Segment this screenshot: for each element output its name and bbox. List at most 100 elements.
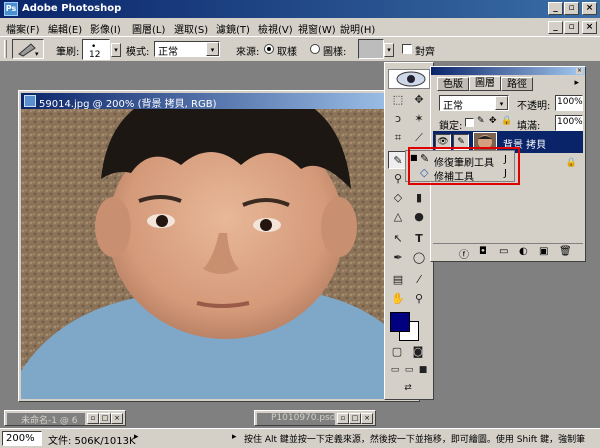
- close-icon[interactable]: ×: [111, 413, 123, 424]
- source-sampled-label: 取樣: [277, 47, 297, 58]
- blur-tool-icon[interactable]: △: [388, 208, 408, 226]
- eraser-tool-icon[interactable]: ◇: [388, 189, 408, 207]
- close-button[interactable]: ×: [582, 2, 597, 15]
- options-grip[interactable]: [4, 40, 7, 58]
- adjustment-layer-icon[interactable]: ◐: [519, 246, 528, 257]
- options-bar: ▾ 筆刷: • 12 ▾ 模式: 正常 ▾ 來源: 取樣 圖樣: ▾ 對齊: [0, 36, 600, 62]
- fill-value: 100%: [557, 117, 583, 127]
- dodge-tool-icon[interactable]: ●: [409, 208, 429, 226]
- palette-title-bar[interactable]: [431, 67, 585, 75]
- gradient-tool-icon[interactable]: ▮: [409, 189, 429, 207]
- palette-menu-arrow-icon[interactable]: ▸: [574, 78, 579, 88]
- menu-window[interactable]: 視窗(W): [298, 21, 336, 36]
- layer-mask-icon[interactable]: ◘: [479, 246, 487, 257]
- slice-tool-icon[interactable]: ⟋: [409, 129, 429, 147]
- pen-tool-icon[interactable]: ✒: [388, 249, 408, 267]
- doc-minimize-button[interactable]: _: [548, 21, 563, 34]
- delete-layer-icon[interactable]: 🗑: [559, 246, 572, 257]
- crop-tool-icon[interactable]: ⌗: [388, 129, 408, 147]
- brush-picker[interactable]: • 12: [82, 39, 110, 60]
- menu-view[interactable]: 檢視(V): [258, 21, 293, 36]
- menu-bar: 檔案(F) 編輯(E) 影像(I) 圖層(L) 選取(S) 濾鏡(T) 檢視(V…: [0, 18, 600, 36]
- new-layer-icon[interactable]: ▣: [539, 246, 548, 257]
- photoshop-eye-logo[interactable]: [388, 69, 430, 89]
- tab-paths[interactable]: 路徑: [501, 77, 533, 91]
- zoom-value: 200%: [6, 433, 35, 444]
- fill-field[interactable]: 100%: [555, 115, 583, 131]
- maximize-button[interactable]: ▫: [564, 2, 579, 15]
- zoom-field[interactable]: 200%: [2, 431, 42, 446]
- blend-mode-select[interactable]: 正常 ▾: [439, 95, 509, 112]
- maximize-icon[interactable]: □: [349, 413, 361, 424]
- pattern-picker[interactable]: [358, 39, 384, 59]
- app-title-bar: Ps Adobe Photoshop _ ▫ ×: [0, 0, 600, 18]
- menu-filter[interactable]: 濾鏡(T): [216, 21, 250, 36]
- eyedropper-tool-icon[interactable]: ⁄: [409, 271, 429, 289]
- lock-all-icon[interactable]: 🔒: [501, 116, 512, 126]
- layer-lock-icon: 🔒: [565, 158, 577, 168]
- brush-dropdown-arrow[interactable]: ▾: [111, 43, 121, 57]
- lock-label: 鎖定:: [439, 121, 463, 132]
- layer-set-icon[interactable]: ▭: [499, 246, 508, 257]
- restore-icon[interactable]: ▫: [337, 413, 349, 424]
- quick-mask-mode-icon[interactable]: ◙: [409, 343, 427, 358]
- minimized-window-untitled[interactable]: 未命名-1 @ 6 ▫ □ ×: [4, 410, 126, 426]
- mode-select[interactable]: 正常 ▾: [154, 41, 220, 58]
- document-size-info: 文件: 506K/1013K: [48, 436, 136, 447]
- zoom-tool-icon[interactable]: ⚲: [409, 290, 429, 308]
- standard-mode-icon[interactable]: ▢: [388, 343, 406, 358]
- blend-mode-value: 正常: [443, 101, 463, 112]
- doc-close-button[interactable]: ×: [582, 21, 597, 34]
- document-title-bar[interactable]: 59014.jpg @ 200% (背景 拷貝, RGB): [21, 93, 417, 110]
- screen-mode-menubar-icon[interactable]: ▭: [402, 361, 416, 375]
- lock-transparency-checkbox[interactable]: [465, 118, 474, 127]
- menu-image[interactable]: 影像(I): [90, 21, 121, 36]
- hand-tool-icon[interactable]: ✋: [388, 290, 408, 308]
- restore-icon[interactable]: ▫: [87, 413, 99, 424]
- pattern-dropdown-arrow[interactable]: ▾: [384, 43, 394, 57]
- aligned-checkbox[interactable]: [402, 44, 412, 54]
- notes-tool-icon[interactable]: ▤: [388, 271, 408, 289]
- lock-move-icon[interactable]: ✥: [489, 116, 497, 126]
- path-selection-tool-icon[interactable]: ↖: [388, 230, 408, 248]
- type-tool-icon[interactable]: T: [409, 230, 429, 248]
- status-dropdown-arrow-icon[interactable]: ▸: [134, 432, 139, 442]
- palette-close-icon[interactable]: ×: [576, 68, 583, 74]
- shape-tool-icon[interactable]: ◯: [409, 249, 429, 267]
- menu-edit[interactable]: 編輯(E): [48, 21, 82, 36]
- lock-paint-icon[interactable]: ✎: [477, 116, 485, 126]
- source-pattern-radio[interactable]: [310, 44, 320, 54]
- lasso-tool-icon[interactable]: ↄ: [388, 110, 408, 128]
- minimized-window-p1010970[interactable]: P1010970.psd ▫ □ ×: [254, 410, 376, 426]
- source-sampled-radio[interactable]: [264, 44, 274, 54]
- menu-layer[interactable]: 圖層(L): [132, 21, 165, 36]
- magic-wand-tool-icon[interactable]: ✶: [409, 110, 429, 128]
- screen-mode-standard-icon[interactable]: ▭: [388, 361, 402, 375]
- tab-channels[interactable]: 色版: [437, 77, 469, 91]
- close-icon[interactable]: ×: [361, 413, 373, 424]
- tool-preset-picker[interactable]: ▾: [12, 39, 44, 59]
- move-tool-icon[interactable]: ✥: [409, 91, 429, 109]
- minimized-window-title: P1010970.psd: [271, 413, 335, 423]
- foreground-color-swatch[interactable]: [390, 312, 410, 332]
- doc-restore-button[interactable]: ▫: [564, 21, 579, 34]
- screen-mode-full-icon[interactable]: ■: [416, 361, 430, 375]
- maximize-icon[interactable]: □: [99, 413, 111, 424]
- chevron-down-icon: ▾: [495, 96, 508, 110]
- chevron-down-icon: ▾: [206, 42, 219, 56]
- layer-style-icon[interactable]: ⓕ: [459, 246, 469, 261]
- opacity-field[interactable]: 100%: [555, 95, 583, 111]
- marquee-tool-icon[interactable]: ⬚: [388, 91, 408, 109]
- tab-layers[interactable]: 圖層: [469, 76, 501, 91]
- jump-to-imageready-icon[interactable]: ⇄: [388, 379, 428, 395]
- menu-file[interactable]: 檔案(F): [6, 21, 40, 36]
- menu-select[interactable]: 選取(S): [174, 21, 208, 36]
- source-label: 來源:: [236, 47, 260, 58]
- document-canvas[interactable]: [21, 109, 417, 399]
- menu-help[interactable]: 說明(H): [340, 21, 375, 36]
- status-bar: 200% 文件: 506K/1013K ▸ ▸ 按住 Alt 鍵並按一下定義來源…: [0, 428, 600, 448]
- healing-brush-icon: ▾: [18, 43, 39, 58]
- toolbox: ⬚ ✥ ↄ ✶ ⌗ ⟋ ✎ ✐ ⚲ ↺ ◇ ▮ △ ● ↖ T ✒ ◯ ▤ ⁄ …: [384, 62, 434, 400]
- palette-footer: ⓕ ◘ ▭ ◐ ▣ 🗑: [433, 243, 583, 261]
- minimize-button[interactable]: _: [548, 2, 563, 15]
